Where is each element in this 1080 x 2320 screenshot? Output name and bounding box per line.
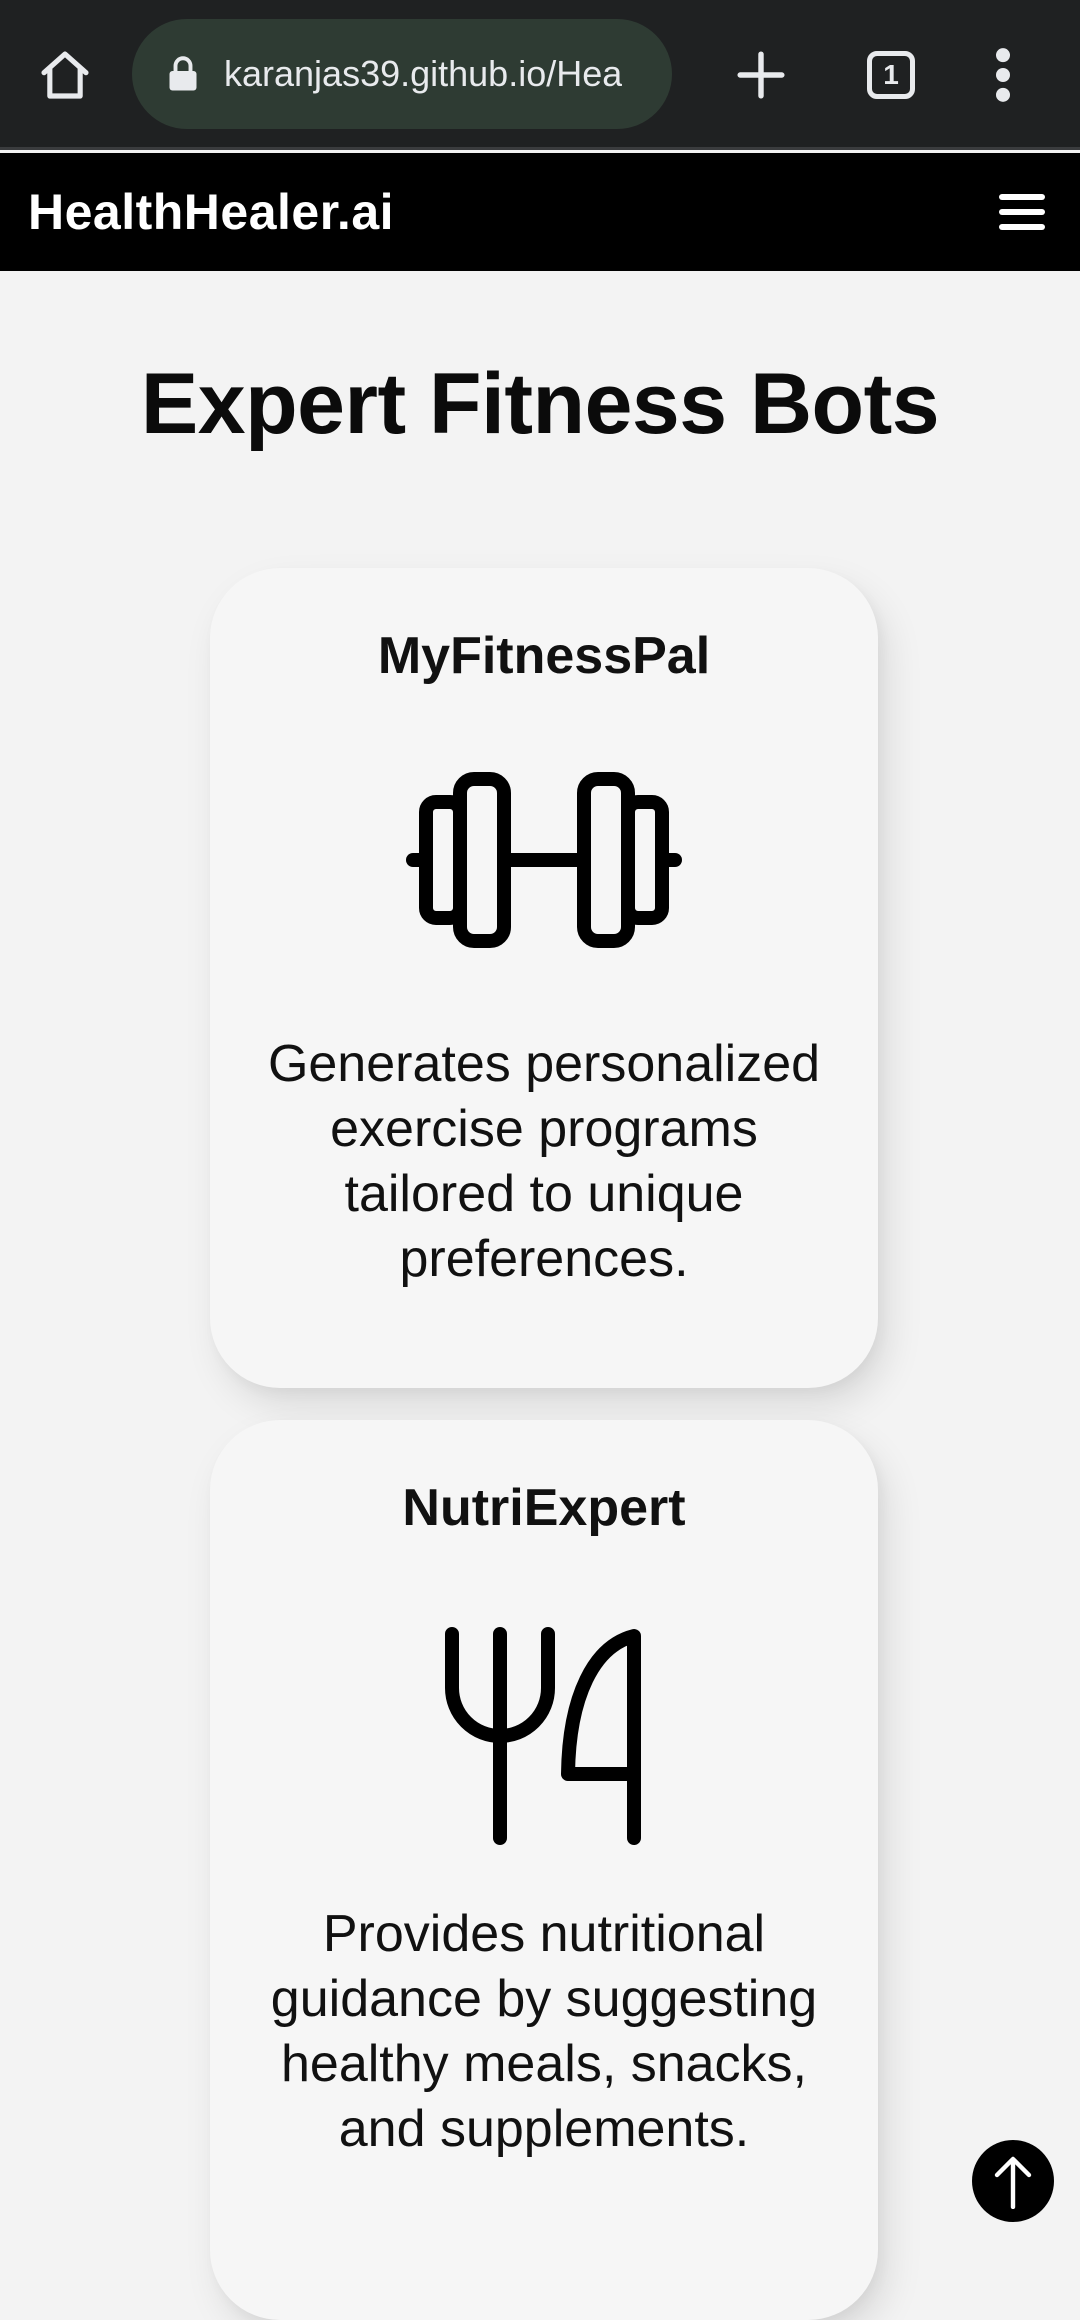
card-description: Provides nutritional guidance by suggest… (270, 1905, 818, 2158)
card-description: Generates personalized exercise programs… (267, 1035, 821, 1288)
card-title: NutriExpert (402, 1479, 686, 1537)
more-vertical-icon (996, 48, 1010, 102)
tab-count: 1 (867, 51, 915, 99)
fork-knife-icon (445, 1627, 641, 1845)
scroll-to-top-button[interactable] (972, 2140, 1054, 2222)
bot-card-nutriexpert[interactable]: NutriExpert Provides nutritional guidanc… (210, 1420, 878, 2320)
lock-icon (169, 56, 197, 91)
new-tab-button[interactable] (726, 40, 796, 110)
url-text: karanjas39.github.io/Hea (224, 53, 623, 94)
hamburger-line (999, 224, 1045, 230)
plus-icon (737, 51, 785, 99)
home-button[interactable] (30, 40, 100, 110)
browser-toolbar: karanjas39.github.io/Hea 1 (0, 0, 1080, 150)
arrow-up-icon (994, 2156, 1032, 2209)
home-icon (41, 51, 89, 99)
hamburger-line (999, 194, 1045, 200)
site-logo[interactable]: HealthHealer.ai (28, 183, 394, 241)
hamburger-menu-button[interactable] (992, 182, 1052, 242)
address-bar[interactable]: karanjas39.github.io/Hea (132, 19, 672, 129)
card-title: MyFitnessPal (377, 627, 711, 685)
bot-card-myfitnesspal[interactable]: MyFitnessPal Generates personalized exer… (210, 568, 878, 1388)
tab-switcher-button[interactable]: 1 (856, 40, 926, 110)
page-title: Expert Fitness Bots (140, 356, 940, 452)
site-header: HealthHealer.ai (0, 153, 1080, 271)
dumbbell-icon (406, 772, 682, 948)
hamburger-line (999, 209, 1045, 215)
browser-menu-button[interactable] (968, 40, 1038, 110)
